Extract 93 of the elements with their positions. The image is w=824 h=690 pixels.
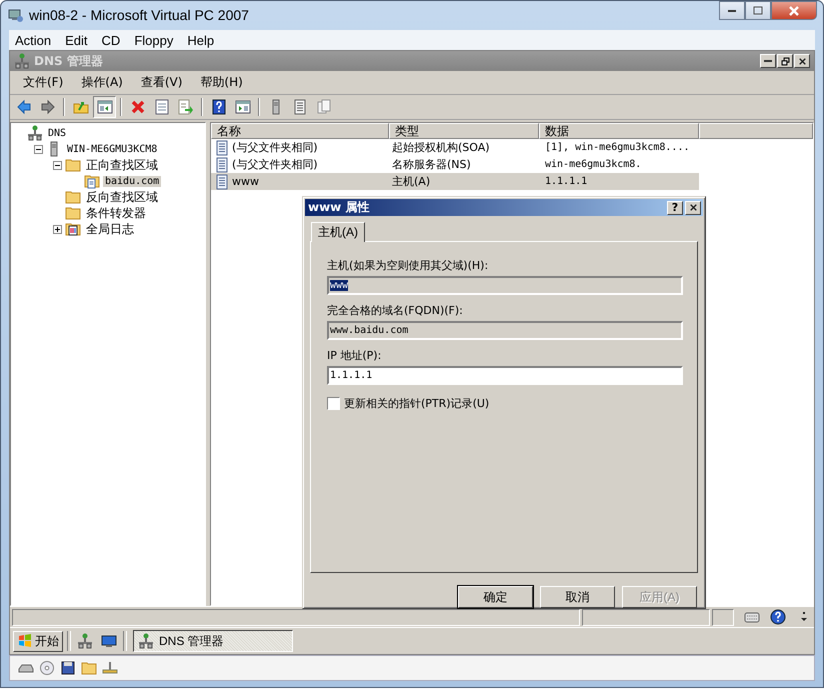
checkbox[interactable] [327,397,340,410]
close-icon [688,202,698,214]
menu-item[interactable]: Help [181,32,220,48]
computer-icon [7,7,23,23]
column-header[interactable] [699,123,813,139]
menu-item[interactable]: 帮助(H) [191,74,252,91]
table-cell: www [232,175,259,188]
help-button[interactable]: ? [667,200,683,215]
help-icon [210,99,226,115]
input-field[interactable]: 1.1.1.1 [327,366,683,386]
copy-icon [316,99,332,115]
monitor-icon[interactable] [101,633,117,649]
column-header[interactable]: 类型 [389,123,539,139]
restore-button[interactable] [777,54,793,68]
window-title: DNS 管理器 [34,52,104,70]
field-label: 完全合格的域名(FQDN)(F): [327,303,464,318]
column-header[interactable]: 名称 [211,123,389,139]
record-icon [214,140,230,156]
taskbar-button[interactable]: DNS 管理器 [133,630,293,652]
expand-toggle[interactable] [53,224,62,234]
cd-icon[interactable] [39,660,55,676]
tree-item[interactable]: WIN-ME6GMU3KCM8 [65,144,160,154]
table-cell-text: [1], win-me6gmu3kcm8.... [544,142,690,153]
tree-item[interactable]: 正向查找区域 [84,156,160,174]
tree-item[interactable]: 反向查找区域 [84,188,160,206]
list-row[interactable]: (与父文件夹相同) 名称服务器(NS) win-me6gmu3kcm8. [211,156,699,173]
folder-up-icon [72,99,88,115]
dialog-button[interactable]: 确定 [458,586,533,608]
input-field[interactable]: www.baidu.com [327,321,683,340]
tree-item[interactable]: 条件转发器 [84,204,148,222]
forward-icon [40,99,56,115]
network-icon[interactable] [77,633,93,649]
log-icon [65,221,81,237]
table-cell: (与父文件夹相同) [232,140,318,155]
start-button[interactable]: 开始 [13,630,63,652]
restore-icon [780,56,790,66]
tree-item[interactable]: DNS [46,128,68,138]
dialog-title: www 属性 [308,199,370,216]
menu-item[interactable]: CD [96,32,126,48]
network-icon [138,633,154,649]
collapse-toggle[interactable] [53,160,62,170]
windows-logo-icon [17,633,33,649]
table-cell-text: 起始授权机构(SOA) [391,140,491,155]
back-icon [16,99,32,115]
dialog-button[interactable]: 取消 [540,586,615,608]
network-share-icon[interactable] [102,660,118,676]
list-icon [292,99,308,115]
menu-item[interactable]: Action [9,32,58,48]
status-panel [712,608,734,626]
console-tree-icon [96,99,112,115]
list-row[interactable]: www 主机(A) 1.1.1.1 [211,173,699,190]
table-cell: (与父文件夹相同) [232,157,318,172]
tree-item[interactable]: baidu.com [103,176,162,186]
menu-item[interactable]: 查看(V) [132,74,192,91]
record-icon [214,174,230,190]
folder-icon [65,205,81,221]
maximize-button[interactable] [745,1,771,20]
folder-icon [65,157,81,173]
action-pane-icon [234,99,250,115]
menu-item[interactable]: Edit [59,32,94,48]
table-cell-text: 名称服务器(NS) [391,157,472,172]
field-label: IP 地址(P): [327,348,382,364]
table-cell-text: win-me6gmu3kcm8. [544,159,642,170]
table-cell-text: 主机(A) [391,174,432,189]
minimize-button[interactable] [719,1,745,20]
minimize-icon [728,10,736,12]
table-cell-text: 1.1.1.1 [544,176,588,187]
input-field[interactable]: www [327,276,683,296]
tree-item[interactable]: 全局日志 [84,220,136,238]
folder-icon [65,189,81,205]
window-title: win08-2 - Microsoft Virtual PC 2007 [29,7,250,23]
minimize-icon [764,60,772,62]
delete-icon [130,99,146,115]
menu-item[interactable]: Floppy [128,32,180,48]
close-icon [796,56,808,66]
folder-icon[interactable] [81,660,97,676]
console-tree-button[interactable] [93,96,116,118]
checkbox-label: 更新相关的指针(PTR)记录(U) [344,396,490,412]
column-header[interactable]: 数据 [539,123,699,139]
menu-item[interactable]: 操作(A) [72,74,132,91]
properties-icon [154,99,170,115]
collapse-toggle[interactable] [34,144,43,154]
menu-item[interactable]: 文件(F) [14,74,72,91]
list-row[interactable]: (与父文件夹相同) 起始授权机构(SOA) [1], win-me6gmu3kcm8.... [211,139,699,156]
floppy-icon[interactable] [60,660,76,676]
zone-folder-icon [84,173,100,189]
network-icon [27,125,43,141]
help-icon[interactable] [770,609,786,625]
network-icon [14,53,30,69]
tab[interactable]: 主机(A) [311,222,365,242]
field-label: 主机(如果为空则使用其父域)(H): [327,258,490,274]
export-icon [178,99,194,115]
record-icon [214,156,230,172]
